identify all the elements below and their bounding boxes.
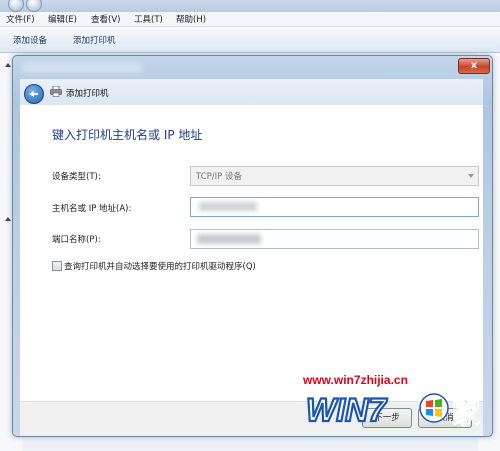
add-printer-button[interactable]: 添加打印机 — [73, 34, 116, 46]
logo-text: WIN7 — [306, 392, 388, 428]
expand-icon[interactable] — [5, 217, 11, 221]
parent-window-titlebar — [0, 0, 500, 12]
device-type-select: TCP/IP 设备 — [190, 166, 479, 186]
back-arrow-icon[interactable] — [24, 84, 44, 104]
menu-file[interactable]: 文件(F) — [6, 13, 35, 25]
hostname-input[interactable] — [190, 197, 479, 217]
redacted-value — [197, 234, 261, 244]
watermark-url: www.win7zhijia.cn — [303, 373, 408, 387]
window-orb-icon[interactable] — [8, 0, 24, 12]
chevron-down-icon — [468, 174, 474, 178]
dialog-titlebar-blur — [22, 63, 142, 73]
menubar: 文件(F) 编辑(E) 查看(V) 工具(T) 帮助(H) — [0, 12, 500, 27]
menu-tools[interactable]: 工具(T) — [134, 13, 163, 25]
logo-suffix: 家 — [452, 397, 480, 430]
query-printer-label[interactable]: 查询打印机并自动选择要使用的打印机驱动程序(Q) — [64, 260, 256, 272]
command-bar: 添加设备 添加打印机 — [0, 27, 500, 53]
windows-flag-icon — [419, 393, 449, 423]
menu-view[interactable]: 查看(V) — [91, 13, 120, 25]
printer-icon — [50, 86, 62, 97]
port-name-label: 端口名称(P): — [52, 235, 101, 245]
add-device-button[interactable]: 添加设备 — [13, 34, 47, 46]
window-orb-icon[interactable] — [26, 0, 42, 12]
expand-icon[interactable] — [5, 63, 11, 67]
close-button[interactable]: x — [458, 58, 490, 74]
redacted-value — [199, 202, 257, 211]
hostname-label: 主机名或 IP 地址(A): — [52, 204, 132, 214]
dialog-title: 添加打印机 — [66, 89, 109, 99]
win7-logo: WIN7 家 — [306, 391, 481, 431]
port-name-input[interactable] — [190, 229, 479, 249]
device-type-label: 设备类型(T): — [52, 172, 101, 182]
page-heading: 键入打印机主机名或 IP 地址 — [52, 128, 203, 142]
dialog-content — [20, 105, 483, 401]
device-type-value: TCP/IP 设备 — [196, 172, 242, 182]
menu-help[interactable]: 帮助(H) — [176, 13, 206, 25]
menu-edit[interactable]: 编辑(E) — [48, 13, 77, 25]
query-printer-checkbox[interactable] — [52, 261, 62, 271]
